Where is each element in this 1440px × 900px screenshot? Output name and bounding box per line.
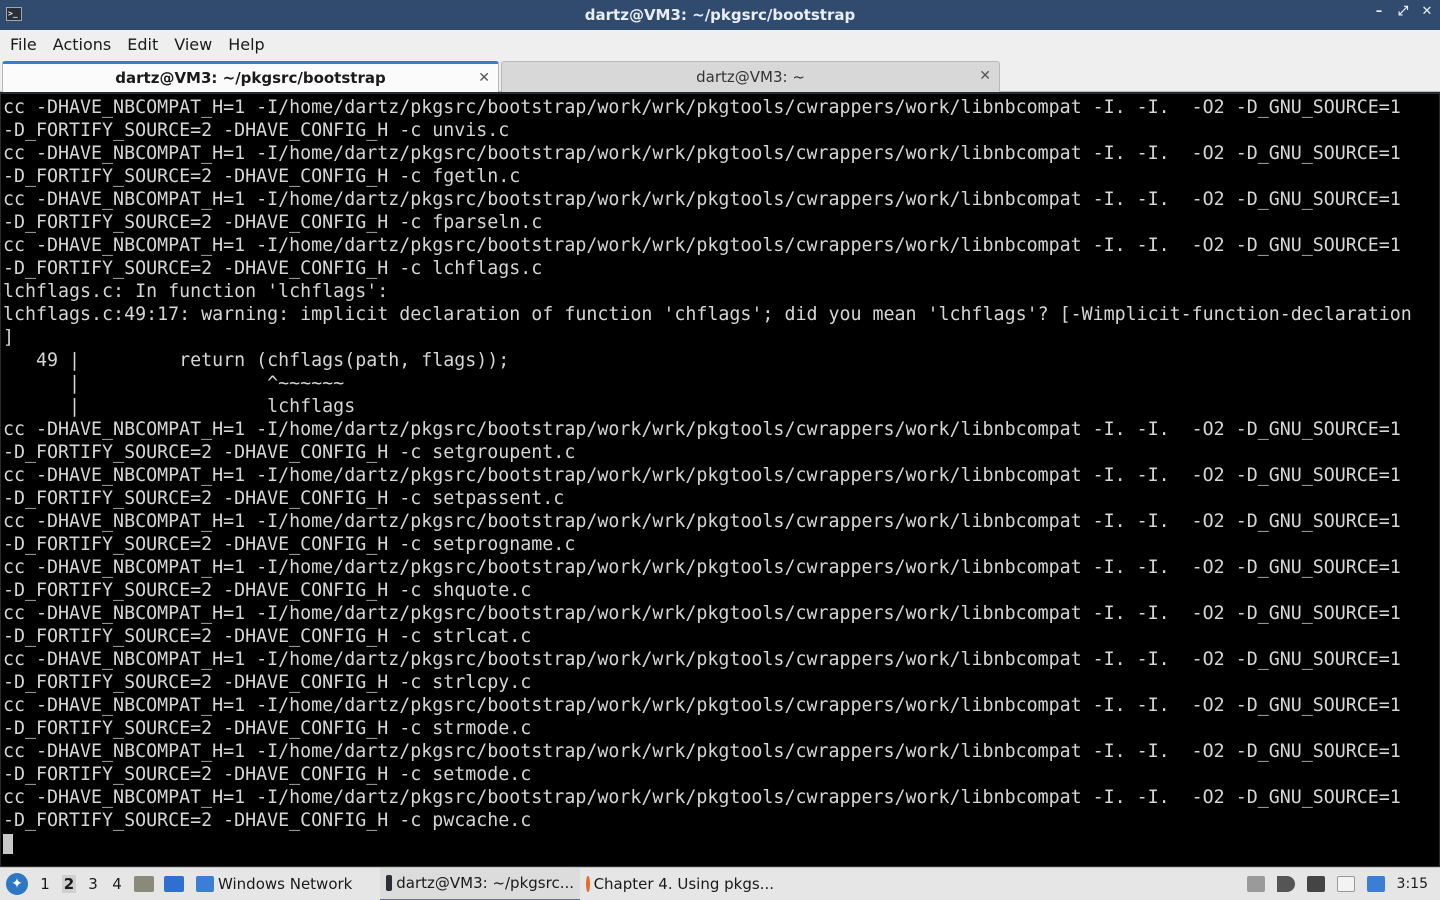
menu-view[interactable]: View [166,35,220,54]
tab-label: dartz@VM3: ~ [696,68,805,86]
menu-help[interactable]: Help [220,35,272,54]
menu-edit[interactable]: Edit [119,35,166,54]
menu-bar: File Actions Edit View Help [0,30,1440,58]
workspace-3[interactable]: 3 [86,875,100,893]
update-notifier-icon[interactable] [1366,876,1385,892]
terminal-line: -D_FORTIFY_SOURCE=2 -DHAVE_CONFIG_H -c s… [3,718,532,739]
system-tray: 3:15 [1246,876,1440,892]
window-title: dartz@VM3: ~/pkgsrc/bootstrap [584,6,856,24]
close-window-button[interactable]: ✕ [1420,4,1434,19]
terminal-line: -D_FORTIFY_SOURCE=2 -DHAVE_CONFIG_H -c f… [3,212,543,233]
workspace-4[interactable]: 4 [110,875,124,893]
workspace-1[interactable]: 1 [38,875,52,893]
terminal-line: cc -DHAVE_NBCOMPAT_H=1 -I/home/dartz/pkg… [3,741,1401,762]
terminal-line: cc -DHAVE_NBCOMPAT_H=1 -I/home/dartz/pkg… [3,465,1401,486]
network-icon[interactable] [1306,876,1325,892]
volume-icon[interactable] [1276,876,1295,892]
firefox-icon [586,876,590,892]
terminal-line: cc -DHAVE_NBCOMPAT_H=1 -I/home/dartz/pkg… [3,695,1401,716]
terminal-line: -D_FORTIFY_SOURCE=2 -DHAVE_CONFIG_H -c s… [3,534,576,555]
terminal-icon [386,875,393,891]
terminal-line: -D_FORTIFY_SOURCE=2 -DHAVE_CONFIG_H -c s… [3,580,532,601]
menu-file[interactable]: File [2,35,45,54]
task-terminal[interactable]: dartz@VM3: ~/pkgsrc... [380,867,580,900]
terminal-line: | lchflags [3,396,356,417]
clipboard-icon[interactable] [1336,876,1355,892]
terminal-line: cc -DHAVE_NBCOMPAT_H=1 -I/home/dartz/pkg… [3,97,1401,118]
terminal-cursor [3,834,13,854]
app-menu-icon[interactable]: ✦ [6,873,28,895]
terminal-line: -D_FORTIFY_SOURCE=2 -DHAVE_CONFIG_H -c s… [3,442,576,463]
terminal-line: -D_FORTIFY_SOURCE=2 -DHAVE_CONFIG_H -c s… [3,764,532,785]
terminal-line: | ^~~~~~~ [3,373,345,394]
tab-close-icon[interactable]: ✕ [979,68,991,84]
terminal-line: cc -DHAVE_NBCOMPAT_H=1 -I/home/dartz/pkg… [3,143,1401,164]
terminal-line: lchflags.c:49:17: warning: implicit decl… [3,304,1412,325]
terminal-line: cc -DHAVE_NBCOMPAT_H=1 -I/home/dartz/pkg… [3,557,1401,578]
task-firefox[interactable]: Chapter 4. Using pkgs... [580,868,780,900]
terminal-line: -D_FORTIFY_SOURCE=2 -DHAVE_CONFIG_H -c s… [3,488,565,509]
terminal-line: cc -DHAVE_NBCOMPAT_H=1 -I/home/dartz/pkg… [3,235,1401,256]
terminal-line: -D_FORTIFY_SOURCE=2 -DHAVE_CONFIG_H -c l… [3,258,543,279]
terminal-line: ] [3,327,15,348]
tab-close-icon[interactable]: ✕ [478,70,490,86]
maximize-button[interactable]: ⤢ [1396,4,1410,19]
workspace-2[interactable]: 2 [62,875,76,893]
tab-bootstrap[interactable]: dartz@VM3: ~/pkgsrc/bootstrap ✕ [2,61,499,92]
battery-icon[interactable] [1246,876,1265,892]
task-label: Chapter 4. Using pkgs... [593,875,774,893]
terminal-line: -D_FORTIFY_SOURCE=2 -DHAVE_CONFIG_H -c f… [3,166,521,187]
terminal-line: lchflags.c: In function 'lchflags': [3,281,389,302]
task-windows-network[interactable]: Windows Network [190,868,380,900]
window-titlebar: >_ dartz@VM3: ~/pkgsrc/bootstrap – ⤢ ✕ [0,0,1440,30]
folder-icon [196,876,214,892]
clock[interactable]: 3:15 [1397,876,1428,892]
show-desktop-icon[interactable] [164,876,184,892]
task-label: Windows Network [218,875,353,893]
tab-bar: dartz@VM3: ~/pkgsrc/bootstrap ✕ dartz@VM… [0,58,1440,92]
terminal-line: cc -DHAVE_NBCOMPAT_H=1 -I/home/dartz/pkg… [3,787,1401,808]
tab-home[interactable]: dartz@VM3: ~ ✕ [501,61,1000,92]
task-label: dartz@VM3: ~/pkgsrc... [396,874,574,892]
terminal-line: -D_FORTIFY_SOURCE=2 -DHAVE_CONFIG_H -c s… [3,626,532,647]
menu-actions[interactable]: Actions [45,35,119,54]
terminal-line: 49 | return (chflags(path, flags)); [3,350,510,371]
terminal-line: cc -DHAVE_NBCOMPAT_H=1 -I/home/dartz/pkg… [3,649,1401,670]
window-controls: – ⤢ ✕ [1372,4,1434,19]
taskbar-panel: ✦ 1 2 3 4 Windows Network dartz@VM3: ~/p… [0,867,1440,900]
terminal-line: cc -DHAVE_NBCOMPAT_H=1 -I/home/dartz/pkg… [3,603,1401,624]
terminal-app-icon[interactable]: >_ [6,7,22,21]
terminal-line: cc -DHAVE_NBCOMPAT_H=1 -I/home/dartz/pkg… [3,189,1401,210]
terminal-line: cc -DHAVE_NBCOMPAT_H=1 -I/home/dartz/pkg… [3,511,1401,532]
terminal-prompt-line [3,832,1439,855]
terminal-line: -D_FORTIFY_SOURCE=2 -DHAVE_CONFIG_H -c u… [3,120,510,141]
file-manager-icon[interactable] [134,876,154,892]
terminal-line: cc -DHAVE_NBCOMPAT_H=1 -I/home/dartz/pkg… [3,419,1401,440]
tab-label: dartz@VM3: ~/pkgsrc/bootstrap [115,69,386,87]
minimize-button[interactable]: – [1372,4,1386,19]
terminal-output[interactable]: cc -DHAVE_NBCOMPAT_H=1 -I/home/dartz/pkg… [0,93,1440,867]
terminal-line: -D_FORTIFY_SOURCE=2 -DHAVE_CONFIG_H -c p… [3,810,532,831]
terminal-line: -D_FORTIFY_SOURCE=2 -DHAVE_CONFIG_H -c s… [3,672,532,693]
